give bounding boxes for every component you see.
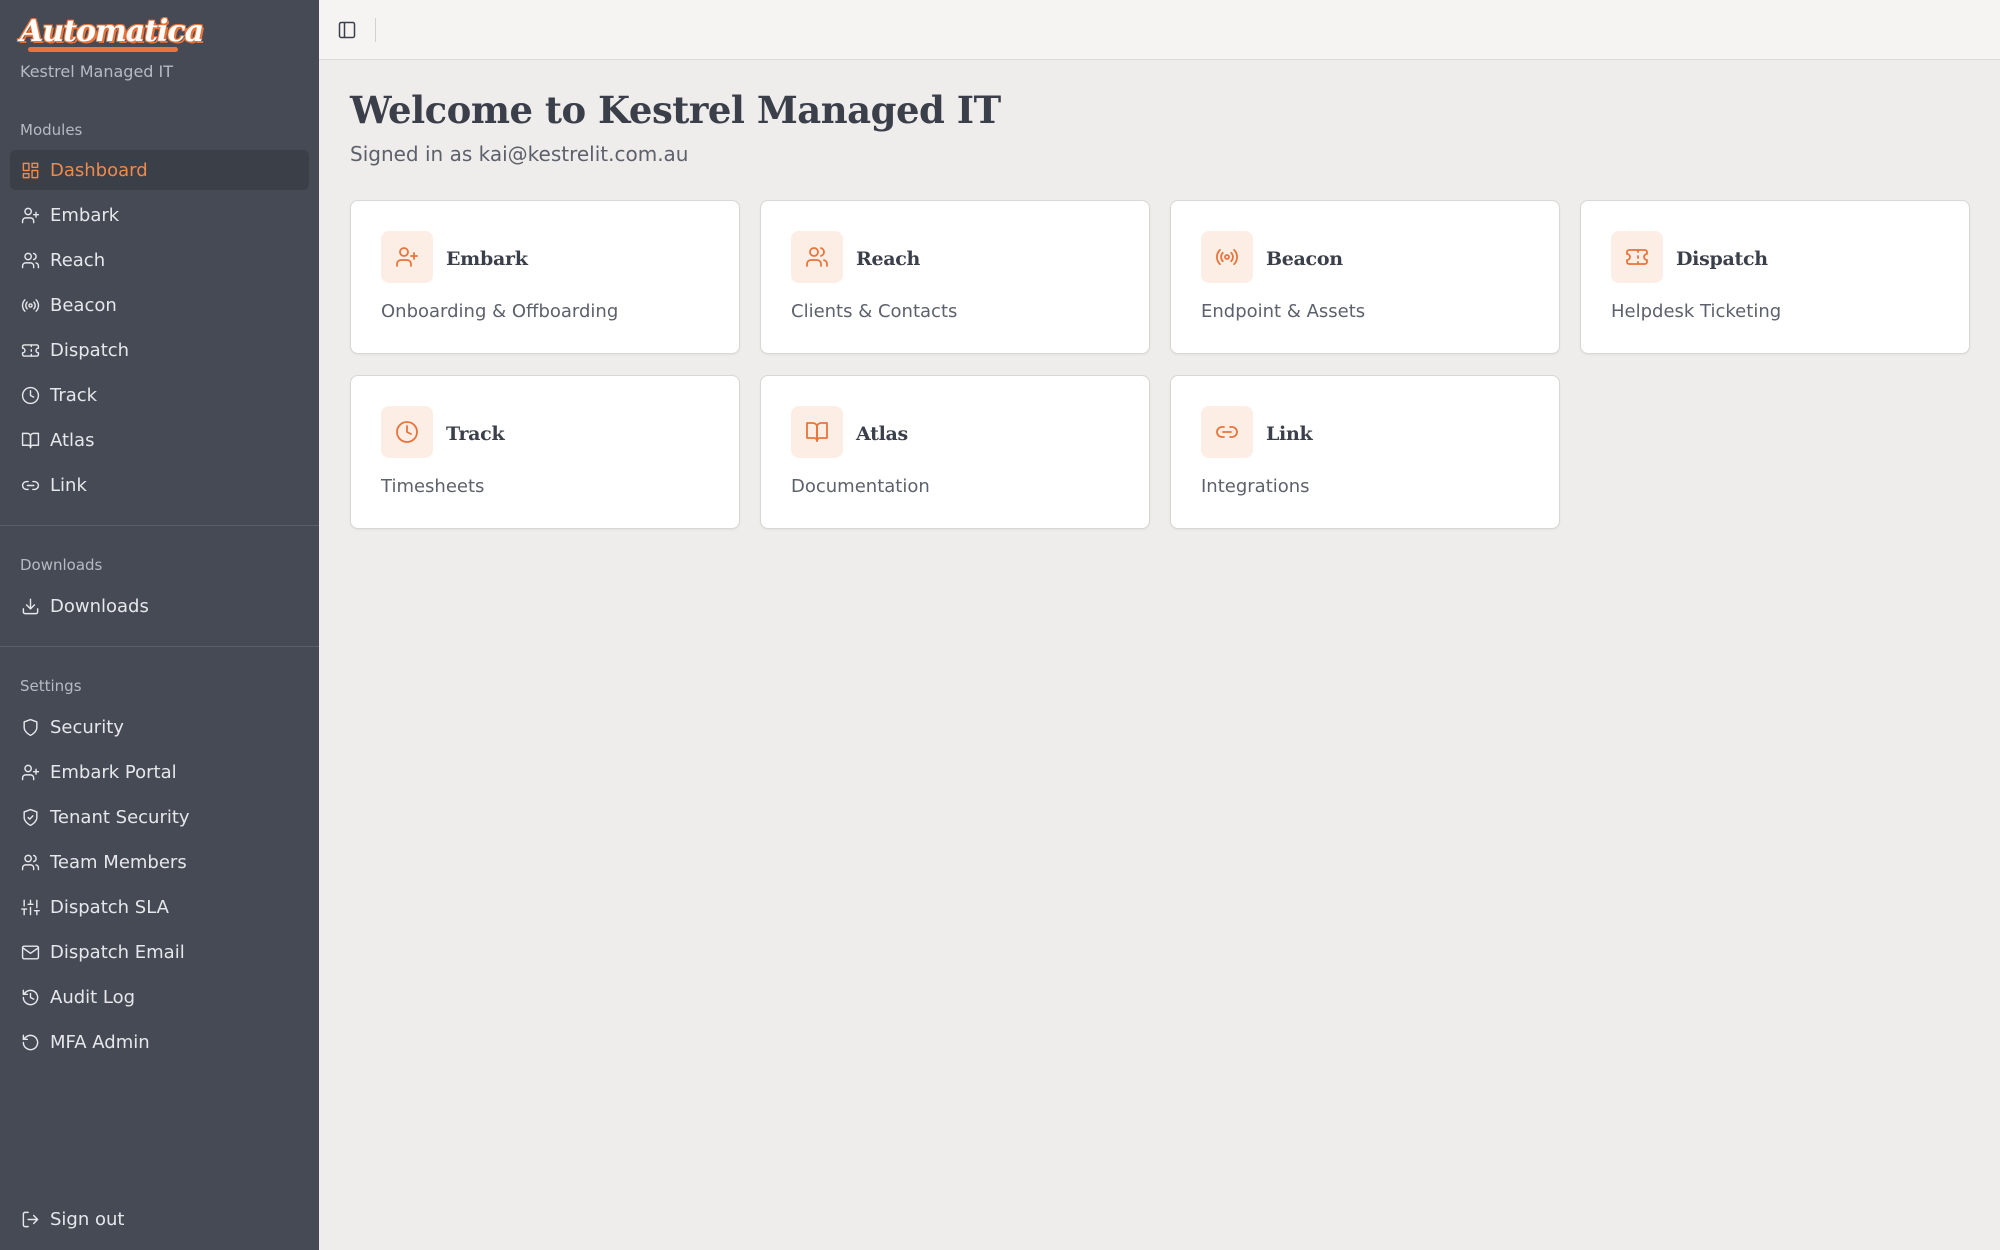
sidebar-item-label: Atlas xyxy=(50,429,95,451)
top-bar xyxy=(319,0,2000,60)
sidebar-item-label: Tenant Security xyxy=(50,806,190,828)
card-description: Timesheets xyxy=(381,476,485,497)
book-icon xyxy=(791,406,843,458)
sidebar-item-mfa-admin[interactable]: MFA Admin xyxy=(10,1022,309,1062)
sidebar-item-label: Link xyxy=(50,474,87,496)
sidebar-divider xyxy=(0,525,319,526)
sidebar-item-label: Dispatch xyxy=(50,339,130,361)
user-plus-icon xyxy=(20,762,40,782)
card-title: Reach xyxy=(856,248,921,270)
sidebar-item-label: Track xyxy=(50,384,98,406)
card-description: Clients & Contacts xyxy=(791,301,958,322)
card-title: Atlas xyxy=(856,423,908,445)
sidebar-item-label: Dispatch Email xyxy=(50,941,185,963)
signed-in-text: Signed in as kai@kestrelit.com.au xyxy=(350,142,689,166)
sidebar-item-beacon[interactable]: Beacon xyxy=(10,285,309,325)
radio-icon xyxy=(1201,231,1253,283)
brand[interactable]: Automatica Kestrel Managed IT xyxy=(20,14,204,81)
sidebar-item-label: Dispatch SLA xyxy=(50,896,169,918)
rotate-icon xyxy=(20,1032,40,1052)
sidebar-item-embark[interactable]: Embark xyxy=(10,195,309,235)
card-description: Helpdesk Ticketing xyxy=(1611,301,1782,322)
card-description: Documentation xyxy=(791,476,930,497)
user-plus-icon xyxy=(20,205,40,225)
card-description: Integrations xyxy=(1201,476,1310,497)
shield-check-icon xyxy=(20,807,40,827)
sidebar-item-track[interactable]: Track xyxy=(10,375,309,415)
sidebar-item-embark-portal[interactable]: Embark Portal xyxy=(10,752,309,792)
settings-section-label: Settings xyxy=(20,677,82,695)
sidebar-item-dispatch-email[interactable]: Dispatch Email xyxy=(10,932,309,972)
sidebar-item-link[interactable]: Link xyxy=(10,465,309,505)
history-icon xyxy=(20,987,40,1007)
module-card-beacon[interactable]: Beacon Endpoint & Assets xyxy=(1170,200,1560,354)
log-out-icon xyxy=(20,1209,40,1229)
sidebar-toggle-button[interactable] xyxy=(335,18,359,42)
card-description: Endpoint & Assets xyxy=(1201,301,1366,322)
sidebar-item-tenant-security[interactable]: Tenant Security xyxy=(10,797,309,837)
sidebar-item-label: MFA Admin xyxy=(50,1031,150,1053)
sidebar-item-audit-log[interactable]: Audit Log xyxy=(10,977,309,1017)
sidebar-item-label: Embark Portal xyxy=(50,761,177,783)
sidebar-item-dispatch[interactable]: Dispatch xyxy=(10,330,309,370)
sidebar-item-label: Beacon xyxy=(50,294,117,316)
clock-icon xyxy=(381,406,433,458)
card-title: Beacon xyxy=(1266,248,1343,270)
sidebar-item-label: Downloads xyxy=(50,595,149,617)
clock-icon xyxy=(20,385,40,405)
sidebar-item-downloads[interactable]: Downloads xyxy=(10,586,309,626)
page-title: Welcome to Kestrel Managed IT xyxy=(350,88,1001,132)
sidebar-item-dispatch-sla[interactable]: Dispatch SLA xyxy=(10,887,309,927)
mail-icon xyxy=(20,942,40,962)
module-card-reach[interactable]: Reach Clients & Contacts xyxy=(760,200,1150,354)
topbar-separator xyxy=(375,18,376,42)
card-description: Onboarding & Offboarding xyxy=(381,301,619,322)
sidebar-item-label: Dashboard xyxy=(50,159,148,181)
tenant-name: Kestrel Managed IT xyxy=(20,62,174,81)
downloads-section-label: Downloads xyxy=(20,556,103,574)
shield-icon xyxy=(20,717,40,737)
users-icon xyxy=(20,250,40,270)
sidebar-item-label: Security xyxy=(50,716,124,738)
module-card-link[interactable]: Link Integrations xyxy=(1170,375,1560,529)
dashboard-icon xyxy=(20,160,40,180)
sidebar-item-label: Embark xyxy=(50,204,120,226)
card-title: Dispatch xyxy=(1676,248,1768,270)
panel-left-icon xyxy=(338,21,356,39)
sign-out-label: Sign out xyxy=(50,1208,125,1230)
sidebar-divider xyxy=(0,646,319,647)
sidebar-item-label: Audit Log xyxy=(50,986,136,1008)
sidebar-item-reach[interactable]: Reach xyxy=(10,240,309,280)
card-title: Link xyxy=(1266,423,1313,445)
module-card-track[interactable]: Track Timesheets xyxy=(350,375,740,529)
download-icon xyxy=(20,596,40,616)
ticket-icon xyxy=(20,340,40,360)
sidebar-item-team-members[interactable]: Team Members xyxy=(10,842,309,882)
sidebar: Automatica Kestrel Managed IT Modules Da… xyxy=(0,0,319,1250)
module-card-atlas[interactable]: Atlas Documentation xyxy=(760,375,1150,529)
link-icon xyxy=(20,475,40,495)
book-icon xyxy=(20,430,40,450)
module-card-dispatch[interactable]: Dispatch Helpdesk Ticketing xyxy=(1580,200,1970,354)
sidebar-item-atlas[interactable]: Atlas xyxy=(10,420,309,460)
sidebar-item-label: Team Members xyxy=(50,851,187,873)
sign-out-button[interactable]: Sign out xyxy=(10,1199,309,1239)
users-icon xyxy=(791,231,843,283)
user-plus-icon xyxy=(381,231,433,283)
sliders-icon xyxy=(20,897,40,917)
modules-section-label: Modules xyxy=(20,121,83,139)
card-title: Embark xyxy=(446,248,528,270)
users-icon xyxy=(20,852,40,872)
ticket-icon xyxy=(1611,231,1663,283)
card-title: Track xyxy=(446,423,505,445)
radio-icon xyxy=(20,295,40,315)
sidebar-item-label: Reach xyxy=(50,249,106,271)
sidebar-item-security[interactable]: Security xyxy=(10,707,309,747)
module-card-embark[interactable]: Embark Onboarding & Offboarding xyxy=(350,200,740,354)
link-icon xyxy=(1201,406,1253,458)
sidebar-item-dashboard[interactable]: Dashboard xyxy=(10,150,309,190)
brand-logo: Automatica xyxy=(20,14,204,49)
